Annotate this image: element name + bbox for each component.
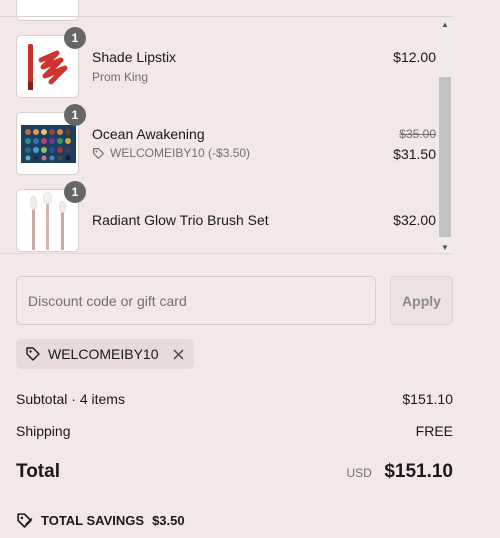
subtotal-value: $151.10 <box>402 391 453 407</box>
shipping-value: FREE <box>415 423 453 439</box>
currency-code: USD <box>346 466 372 480</box>
divider <box>0 16 453 17</box>
product-name: Ocean Awakening <box>92 126 205 142</box>
total-row: Total USD $151.10 <box>16 461 453 483</box>
quantity-badge: 1 <box>64 27 86 49</box>
product-price: $32.00 <box>393 212 436 228</box>
product-variant: Prom King <box>92 70 149 84</box>
shipping-label: Shipping <box>16 423 71 439</box>
product-price: $31.50 <box>393 146 436 162</box>
scrollbar[interactable]: ▲ ▼ <box>437 17 453 253</box>
applied-discount: WELCOMEIBY10 (-$3.50) <box>92 146 250 160</box>
product-price: $12.00 <box>393 49 436 65</box>
subtotal-row: Subtotal · 4 items $151.10 <box>16 391 453 407</box>
savings-value: $3.50 <box>152 513 185 528</box>
tag-icon <box>93 147 104 159</box>
total-amount: $151.10 <box>384 461 453 482</box>
discount-code-input[interactable] <box>16 276 376 325</box>
subtotal-label: Subtotal · 4 items <box>16 391 125 407</box>
tag-icon <box>26 347 40 361</box>
shipping-row: Shipping FREE <box>16 423 453 439</box>
cart-item: 1 Ocean Awakening WELCOMEIBY10 (-$3.50) … <box>16 104 436 176</box>
quantity-badge: 1 <box>64 104 86 126</box>
previous-item-thumbnail <box>16 0 79 21</box>
original-price: $35.00 <box>399 127 436 141</box>
apply-button[interactable]: Apply <box>390 276 453 325</box>
total-savings: TOTAL SAVINGS $3.50 <box>16 512 185 529</box>
applied-discount-chip: WELCOMEIBY10 <box>16 339 195 369</box>
product-name: Shade Lipstix <box>92 49 177 65</box>
scrollbar-thumb[interactable] <box>439 77 451 237</box>
total-label: Total <box>16 461 60 482</box>
savings-label: TOTAL SAVINGS <box>41 513 145 528</box>
applied-code-label: WELCOMEIBY10 <box>48 346 159 362</box>
remove-discount-close-icon[interactable] <box>171 347 185 361</box>
cart-item: 1 Radiant Glow Trio Brush Set $32.00 <box>16 181 436 253</box>
cart-items-list[interactable]: 1 Shade Lipstix Prom King $12.00 1 Ocean… <box>0 0 453 254</box>
product-name: Radiant Glow Trio Brush Set <box>92 212 269 228</box>
savings-tag-icon <box>17 513 33 528</box>
scroll-down-arrow-icon[interactable]: ▼ <box>437 240 453 253</box>
cart-item: 1 Shade Lipstix Prom King $12.00 <box>16 27 436 99</box>
quantity-badge: 1 <box>64 181 86 203</box>
scroll-up-arrow-icon[interactable]: ▲ <box>437 17 453 31</box>
discount-code-label: WELCOMEIBY10 (-$3.50) <box>110 146 251 160</box>
